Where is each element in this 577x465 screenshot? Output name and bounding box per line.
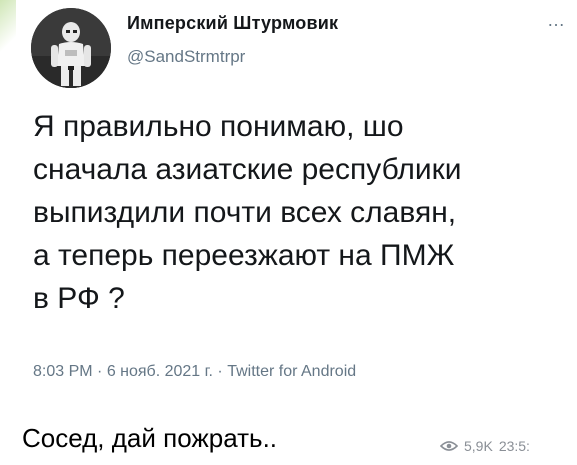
- message-timestamp: 23:5:: [498, 438, 530, 454]
- tweet-time[interactable]: 8:03 PM: [33, 363, 93, 380]
- author-handle[interactable]: @SandStrmtrpr: [127, 47, 245, 67]
- tweet-source[interactable]: Twitter for Android: [227, 363, 356, 380]
- view-count: 5,9K: [464, 438, 493, 454]
- tweet-metadata: 8:03 PM · 6 нояб. 2021 г. · Twitter for …: [33, 363, 356, 381]
- eye-icon: [440, 441, 458, 451]
- author-name[interactable]: Имперский Штурмовик: [127, 13, 338, 34]
- tweet-text: Я правильно понимаю, шо сначала азиатски…: [33, 110, 462, 315]
- meta-separator: ·: [212, 363, 228, 380]
- telegram-message: Имперский Штурмовик @SandStrmtrpr … Я пр…: [0, 0, 577, 465]
- chat-background-corner: [0, 0, 16, 60]
- meta-separator: ·: [92, 363, 107, 380]
- avatar[interactable]: [31, 8, 111, 88]
- more-options-button[interactable]: …: [542, 11, 570, 34]
- stormtrooper-avatar-icon: [31, 8, 111, 88]
- message-caption: Сосед, дай пожрать..: [22, 423, 278, 453]
- message-info: 5,9K 23:5:: [440, 438, 530, 454]
- tweet-date[interactable]: 6 нояб. 2021 г.: [107, 363, 213, 380]
